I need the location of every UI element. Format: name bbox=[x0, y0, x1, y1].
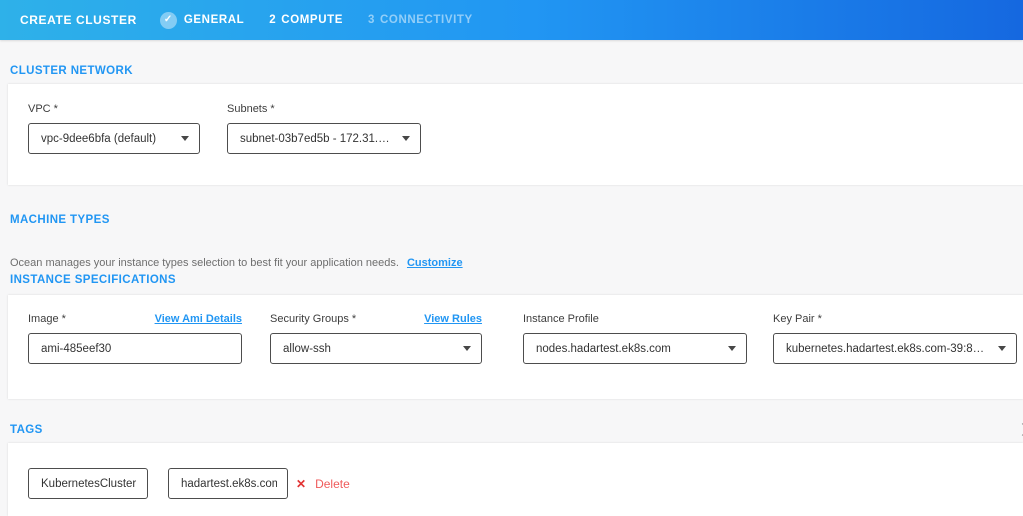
caret-down-icon bbox=[998, 346, 1006, 351]
security-groups-select[interactable]: allow-ssh bbox=[270, 333, 482, 364]
step-compute-label: COMPUTE bbox=[281, 14, 343, 26]
step-general-label: GENERAL bbox=[184, 14, 244, 26]
subnets-select-value: subnet-03b7ed5b - 172.31.0.0/20 ... bbox=[240, 133, 394, 145]
caret-down-icon bbox=[463, 346, 471, 351]
tag-key-input[interactable] bbox=[28, 468, 148, 499]
image-input[interactable] bbox=[28, 333, 242, 364]
vpc-select[interactable]: vpc-9dee6bfa (default) bbox=[28, 123, 200, 154]
section-title-machine-types: MACHINE TYPES bbox=[10, 214, 110, 226]
wizard-steps: ✓ GENERAL 2 COMPUTE 3 CONNECTIVITY bbox=[160, 12, 498, 29]
security-groups-select-value: allow-ssh bbox=[283, 343, 455, 355]
key-pair-select-value: kubernetes.hadartest.ek8s.com-39:84:a5:9… bbox=[786, 343, 990, 355]
create-cluster-screen: CREATE CLUSTER ✓ GENERAL 2 COMPUTE 3 CON… bbox=[0, 0, 1023, 516]
delete-tag-button[interactable]: ✕ Delete bbox=[296, 468, 350, 499]
vpc-field: VPC * vpc-9dee6bfa (default) bbox=[28, 103, 200, 154]
section-title-instance-specifications: INSTANCE SPECIFICATIONS bbox=[10, 274, 176, 286]
step-compute[interactable]: 2 COMPUTE bbox=[269, 14, 343, 26]
key-pair-label: Key Pair * bbox=[773, 313, 1017, 326]
instance-profile-select-value: nodes.hadartest.ek8s.com bbox=[536, 343, 720, 355]
security-groups-label: Security Groups * bbox=[270, 313, 356, 326]
step-compute-number: 2 bbox=[269, 14, 276, 26]
tag-value-input[interactable] bbox=[168, 468, 288, 499]
view-ami-details-link[interactable]: View Ami Details bbox=[155, 313, 242, 325]
subnets-select[interactable]: subnet-03b7ed5b - 172.31.0.0/20 ... bbox=[227, 123, 421, 154]
subnets-label: Subnets * bbox=[227, 103, 421, 116]
step-general[interactable]: ✓ GENERAL bbox=[160, 12, 244, 29]
image-label: Image * bbox=[28, 313, 66, 326]
caret-down-icon bbox=[728, 346, 736, 351]
delete-tag-label: Delete bbox=[315, 477, 350, 491]
instance-profile-field: Instance Profile nodes.hadartest.ek8s.co… bbox=[523, 313, 747, 364]
key-pair-select[interactable]: kubernetes.hadartest.ek8s.com-39:84:a5:9… bbox=[773, 333, 1017, 364]
vpc-label: VPC * bbox=[28, 103, 200, 116]
check-circle-icon: ✓ bbox=[160, 12, 177, 29]
machine-types-description: Ocean manages your instance types select… bbox=[10, 257, 463, 269]
section-title-tags: TAGS bbox=[10, 424, 43, 436]
instance-profile-select[interactable]: nodes.hadartest.ek8s.com bbox=[523, 333, 747, 364]
security-groups-field: Security Groups * View Rules allow-ssh bbox=[270, 313, 482, 364]
instance-profile-label: Instance Profile bbox=[523, 313, 747, 326]
page-title: CREATE CLUSTER bbox=[20, 13, 137, 27]
cluster-network-card: VPC * vpc-9dee6bfa (default) Subnets * s… bbox=[8, 84, 1023, 185]
vpc-select-value: vpc-9dee6bfa (default) bbox=[41, 133, 173, 145]
step-connectivity-label: CONNECTIVITY bbox=[380, 14, 473, 26]
tags-card: ✕ Delete bbox=[8, 443, 1023, 516]
instance-specifications-card: Image * View Ami Details Security Groups… bbox=[8, 295, 1023, 399]
subnets-field: Subnets * subnet-03b7ed5b - 172.31.0.0/2… bbox=[227, 103, 421, 154]
section-title-cluster-network: CLUSTER NETWORK bbox=[10, 65, 133, 77]
caret-down-icon bbox=[181, 136, 189, 141]
customize-link[interactable]: Customize bbox=[407, 257, 463, 269]
machine-types-description-text: Ocean manages your instance types select… bbox=[10, 257, 399, 269]
wizard-topbar: CREATE CLUSTER ✓ GENERAL 2 COMPUTE 3 CON… bbox=[0, 0, 1023, 40]
key-pair-field: Key Pair * kubernetes.hadartest.ek8s.com… bbox=[773, 313, 1017, 364]
view-rules-link[interactable]: View Rules bbox=[424, 313, 482, 325]
step-connectivity[interactable]: 3 CONNECTIVITY bbox=[368, 14, 473, 26]
step-connectivity-number: 3 bbox=[368, 14, 375, 26]
delete-x-icon: ✕ bbox=[296, 478, 306, 490]
collapse-chevron-icon[interactable] bbox=[1016, 423, 1023, 436]
image-field: Image * View Ami Details bbox=[28, 313, 242, 364]
caret-down-icon bbox=[402, 136, 410, 141]
